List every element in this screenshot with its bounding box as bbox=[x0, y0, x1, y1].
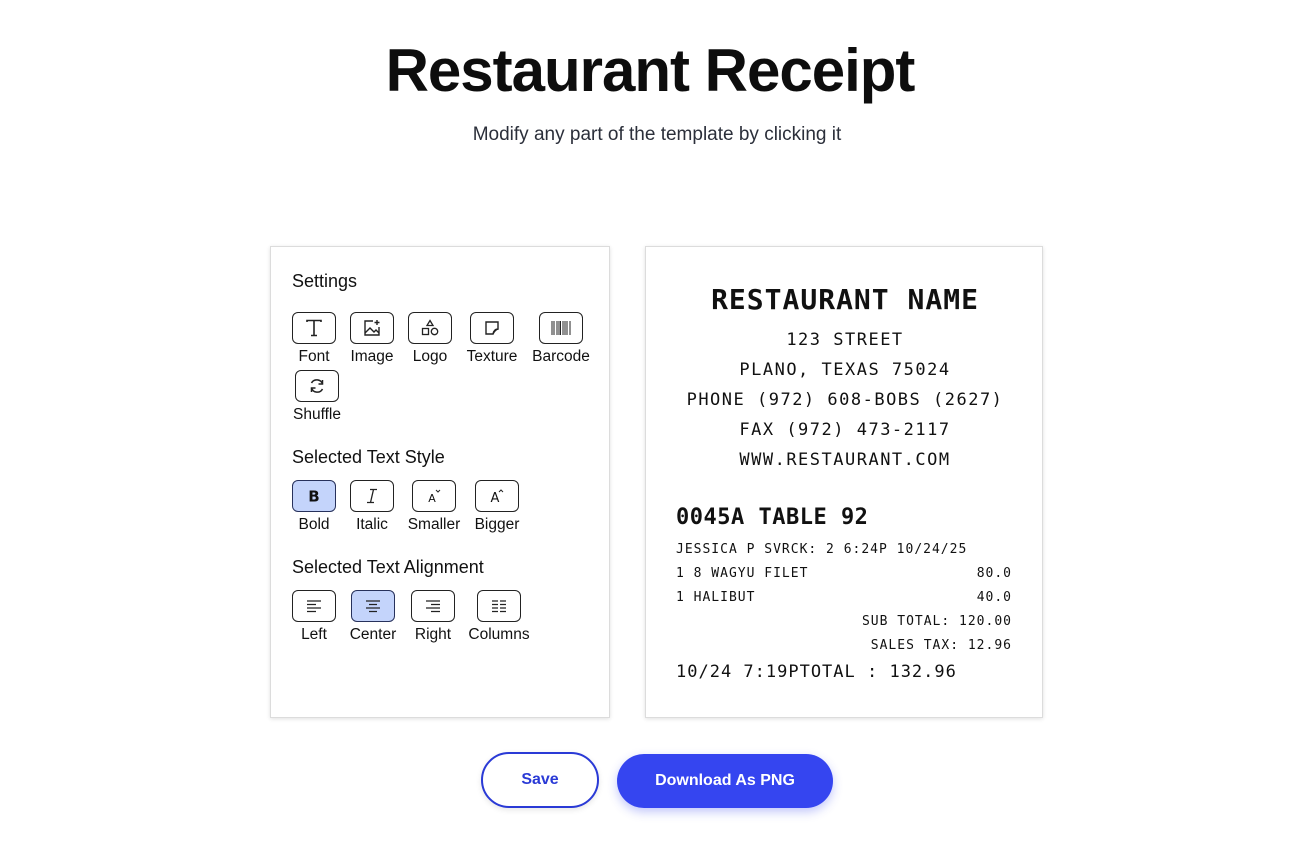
font-tool[interactable]: Font bbox=[284, 312, 344, 366]
italic-icon bbox=[367, 488, 377, 504]
svg-text:A: A bbox=[491, 491, 500, 506]
align-right-label: Right bbox=[414, 626, 452, 643]
barcode-tool-label: Barcode bbox=[532, 348, 590, 365]
receipt-server-line[interactable]: JESSICA P SVRCK: 2 6:24P 10/24/25 bbox=[676, 542, 967, 557]
texture-button[interactable] bbox=[470, 312, 514, 344]
font-tool-label: Font bbox=[298, 348, 330, 365]
bold-tool-label: Bold bbox=[298, 516, 330, 533]
columns-tool-label: Columns bbox=[468, 626, 530, 643]
receipt-item-price[interactable]: 80.0 bbox=[977, 566, 1012, 581]
align-center-icon bbox=[366, 600, 380, 613]
smaller-tool[interactable]: A Smaller bbox=[404, 480, 464, 534]
settings-panel: Settings Font Image Logo Texture Barcode… bbox=[270, 246, 610, 718]
receipt-item-name[interactable]: 1 8 WAGYU FILET bbox=[676, 566, 808, 581]
shuffle-tool[interactable]: Shuffle bbox=[287, 370, 347, 424]
bold-tool[interactable]: B Bold bbox=[284, 480, 344, 534]
refresh-icon bbox=[310, 379, 324, 393]
receipt-item-price[interactable]: 40.0 bbox=[977, 590, 1012, 605]
font-icon bbox=[306, 319, 322, 337]
align-left-tool[interactable]: Left bbox=[284, 590, 344, 644]
save-button[interactable]: Save bbox=[481, 752, 599, 808]
columns-icon bbox=[492, 600, 506, 613]
align-right-tool[interactable]: Right bbox=[403, 590, 463, 644]
smaller-button[interactable]: A bbox=[412, 480, 456, 512]
image-button[interactable] bbox=[350, 312, 394, 344]
svg-text:A: A bbox=[428, 492, 436, 505]
bold-icon: B bbox=[308, 488, 319, 506]
receipt-total-line[interactable]: 10/24 7:19PTOTAL : 132.96 bbox=[676, 662, 957, 682]
italic-tool[interactable]: Italic bbox=[342, 480, 402, 534]
font-smaller-icon: A bbox=[428, 489, 441, 505]
barcode-icon bbox=[551, 321, 571, 335]
align-center-button[interactable] bbox=[351, 590, 395, 622]
receipt-order-line[interactable]: 0045A TABLE 92 bbox=[676, 505, 868, 530]
italic-tool-label: Italic bbox=[356, 516, 388, 533]
receipt-website[interactable]: WWW.RESTAURANT.COM bbox=[646, 450, 1044, 470]
receipt-fax[interactable]: FAX (972) 473-2117 bbox=[646, 420, 1044, 440]
receipt-preview[interactable]: RESTAURANT NAME 123 STREET PLANO, TEXAS … bbox=[645, 246, 1043, 718]
text-style-title: Selected Text Style bbox=[292, 447, 445, 467]
shapes-icon bbox=[421, 319, 439, 336]
texture-tool-label: Texture bbox=[466, 348, 518, 365]
columns-button[interactable] bbox=[477, 590, 521, 622]
bigger-tool-label: Bigger bbox=[474, 516, 520, 533]
receipt-street[interactable]: 123 STREET bbox=[646, 330, 1044, 350]
align-left-button[interactable] bbox=[292, 590, 336, 622]
barcode-button[interactable] bbox=[539, 312, 583, 344]
logo-tool-label: Logo bbox=[412, 348, 448, 365]
shuffle-button[interactable] bbox=[295, 370, 339, 402]
bold-button[interactable]: B bbox=[292, 480, 336, 512]
receipt-item-name[interactable]: 1 HALIBUT bbox=[676, 590, 755, 605]
settings-title: Settings bbox=[292, 271, 358, 291]
receipt-restaurant-name[interactable]: RESTAURANT NAME bbox=[646, 283, 1044, 316]
receipt-city[interactable]: PLANO, TEXAS 75024 bbox=[646, 360, 1044, 380]
bigger-button[interactable]: A bbox=[475, 480, 519, 512]
text-alignment-title: Selected Text Alignment bbox=[292, 557, 484, 577]
receipt-subtotal[interactable]: SUB TOTAL: 120.00 bbox=[862, 614, 1012, 629]
font-button[interactable] bbox=[292, 312, 336, 344]
smaller-tool-label: Smaller bbox=[407, 516, 461, 533]
logo-tool[interactable]: Logo bbox=[400, 312, 460, 366]
align-center-tool[interactable]: Center bbox=[343, 590, 403, 644]
texture-icon bbox=[485, 321, 499, 335]
svg-text:B: B bbox=[308, 488, 319, 506]
align-center-label: Center bbox=[349, 626, 397, 643]
align-left-icon bbox=[307, 600, 321, 613]
italic-button[interactable] bbox=[350, 480, 394, 512]
barcode-tool[interactable]: Barcode bbox=[531, 312, 591, 366]
receipt-sales-tax[interactable]: SALES TAX: 12.96 bbox=[871, 638, 1012, 653]
bigger-tool[interactable]: A Bigger bbox=[467, 480, 527, 534]
image-add-icon bbox=[364, 320, 380, 336]
receipt-phone[interactable]: PHONE (972) 608-BOBS (2627) bbox=[646, 390, 1044, 410]
image-tool-label: Image bbox=[350, 348, 394, 365]
logo-button[interactable] bbox=[408, 312, 452, 344]
columns-tool[interactable]: Columns bbox=[468, 590, 530, 644]
align-right-button[interactable] bbox=[411, 590, 455, 622]
texture-tool[interactable]: Texture bbox=[462, 312, 522, 366]
page-title: Restaurant Receipt bbox=[385, 37, 916, 104]
download-png-button[interactable]: Download As PNG bbox=[617, 754, 833, 808]
font-bigger-icon: A bbox=[491, 489, 504, 506]
page-subtitle: Modify any part of the template by click… bbox=[472, 124, 842, 145]
image-tool[interactable]: Image bbox=[342, 312, 402, 366]
align-left-label: Left bbox=[301, 626, 327, 643]
align-right-icon bbox=[426, 600, 440, 613]
shuffle-tool-label: Shuffle bbox=[293, 406, 341, 423]
